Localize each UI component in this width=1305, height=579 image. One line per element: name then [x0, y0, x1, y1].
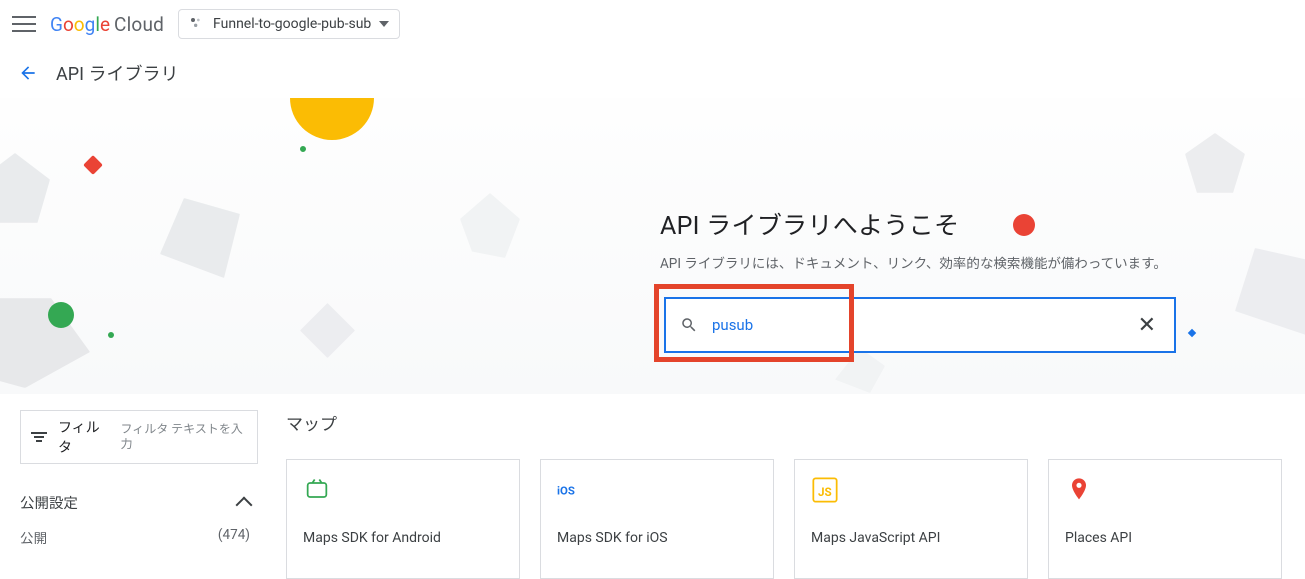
svg-text:JS: JS [818, 485, 832, 499]
decorative-shape [460, 193, 520, 258]
project-name-label: Funnel-to-google-pub-sub [213, 16, 371, 32]
filter-placeholder: フィルタ テキストを入力 [120, 422, 247, 452]
decorative-dot [107, 331, 115, 339]
decorative-shape [0, 153, 50, 223]
card-row: Maps SDK for Android iOS Maps SDK for iO… [286, 459, 1285, 579]
filter-label: フィルタ [58, 417, 110, 457]
clear-icon[interactable]: ✕ [1134, 309, 1160, 342]
api-card-maps-android[interactable]: Maps SDK for Android [286, 459, 520, 579]
search-input[interactable] [712, 316, 1134, 334]
decorative-shape [1235, 248, 1305, 338]
sidebar-section-title: 公開設定 [20, 492, 78, 513]
decorative-shape [835, 348, 885, 393]
js-icon: JS [811, 476, 839, 504]
decorative-shape [0, 298, 90, 388]
android-icon [303, 476, 331, 504]
card-title: Places API [1065, 530, 1265, 546]
filter-chip[interactable]: フィルタ フィルタ テキストを入力 [20, 410, 258, 464]
project-selector[interactable]: Funnel-to-google-pub-sub [178, 9, 400, 39]
sidebar-row-public[interactable]: 公開 (474) [20, 527, 258, 547]
content-area: マップ Maps SDK for Android iOS Maps SDK fo… [286, 410, 1285, 579]
search-bar[interactable]: ✕ [664, 297, 1176, 353]
decorative-dot [290, 98, 374, 140]
decorative-shape [160, 198, 240, 278]
hero-panel: API ライブラリへようこそ API ライブラリには、ドキュメント、リンク、効率… [0, 98, 1305, 394]
caret-down-icon [379, 21, 389, 27]
top-bar: Google Cloud Funnel-to-google-pub-sub [0, 0, 1305, 48]
api-card-places[interactable]: Places API [1048, 459, 1282, 579]
api-card-maps-js[interactable]: JS Maps JavaScript API [794, 459, 1028, 579]
sub-header: API ライブラリ [0, 48, 1305, 98]
back-arrow-icon[interactable] [18, 63, 38, 83]
api-card-maps-ios[interactable]: iOS Maps SDK for iOS [540, 459, 774, 579]
logo-cloud-text: Cloud [114, 13, 164, 36]
chevron-up-icon [236, 496, 253, 513]
decorative-dot [299, 145, 307, 153]
decorative-shape [1185, 133, 1245, 193]
sidebar-section-visibility[interactable]: 公開設定 [20, 492, 258, 513]
filter-sidebar: フィルタ フィルタ テキストを入力 公開設定 公開 (474) [20, 410, 258, 579]
search-icon [680, 316, 698, 334]
hero-subtitle: API ライブラリには、ドキュメント、リンク、効率的な検索機能が備わっています。 [660, 252, 1167, 272]
sidebar-row-label: 公開 [20, 527, 47, 547]
decorative-dot [1188, 329, 1196, 337]
hero-title: API ライブラリへようこそ [660, 206, 1167, 242]
google-cloud-logo[interactable]: Google Cloud [50, 13, 164, 36]
card-title: Maps SDK for iOS [557, 530, 757, 546]
ios-icon: iOS [557, 476, 585, 504]
pin-icon [1065, 476, 1093, 504]
filter-icon [31, 428, 48, 446]
page-title: API ライブラリ [56, 60, 178, 86]
main-area: フィルタ フィルタ テキストを入力 公開設定 公開 (474) マップ Maps… [0, 394, 1305, 579]
sidebar-row-count: (474) [218, 527, 250, 547]
decorative-dot [48, 302, 74, 328]
card-title: Maps SDK for Android [303, 530, 503, 546]
svg-text:iOS: iOS [557, 483, 575, 497]
card-title: Maps JavaScript API [811, 530, 1011, 546]
decorative-dot [83, 155, 103, 175]
category-title: マップ [286, 410, 1285, 435]
hamburger-icon[interactable] [12, 12, 36, 36]
hero-text: API ライブラリへようこそ API ライブラリには、ドキュメント、リンク、効率… [660, 206, 1167, 272]
decorative-shape [300, 303, 355, 358]
project-icon [189, 16, 205, 32]
